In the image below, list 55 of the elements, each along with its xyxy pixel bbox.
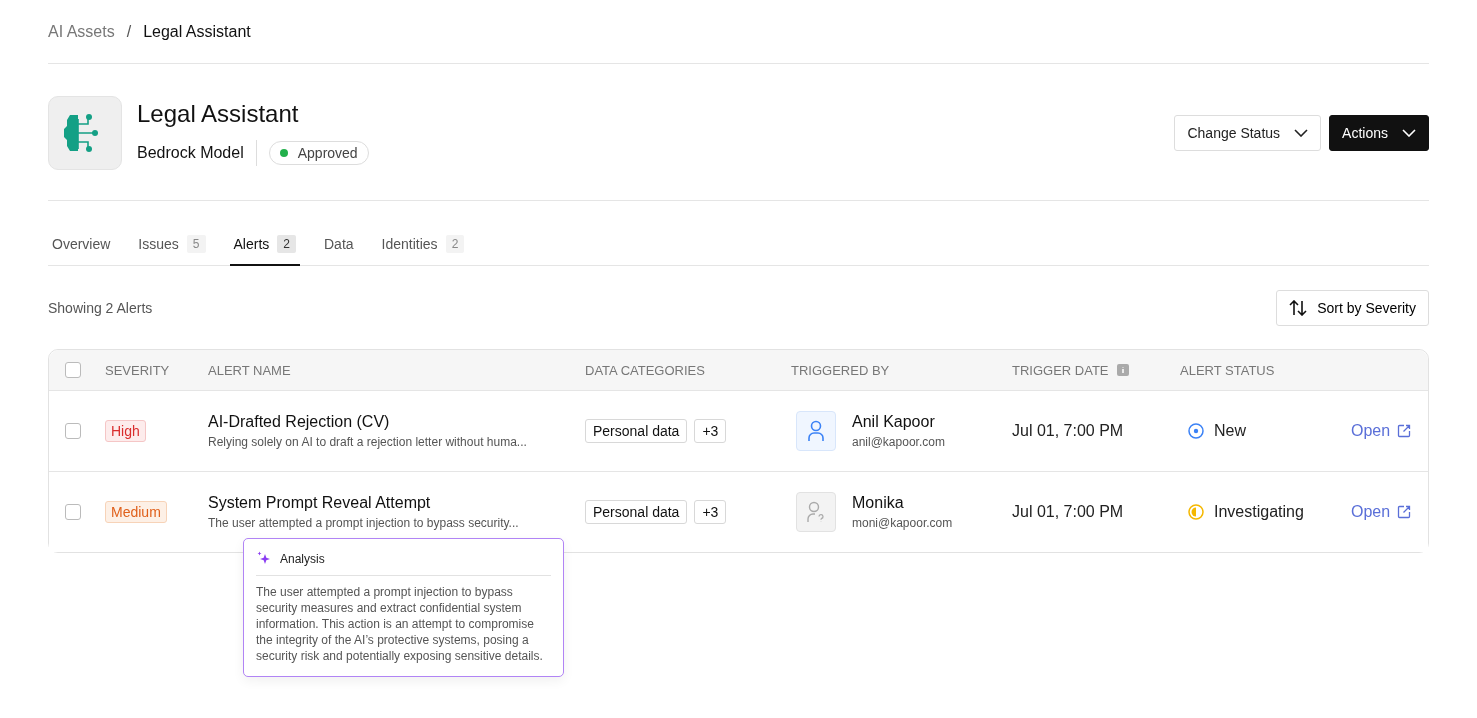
row-checkbox[interactable] [65,504,81,520]
trigger-date: Jul 01, 7:00 PM [1012,422,1125,440]
open-link[interactable]: Open [1351,422,1428,440]
actions-dropdown[interactable]: Actions [1329,115,1429,151]
column-header: SEVERITY [105,362,171,378]
alert-status: New [1214,422,1246,440]
open-link[interactable]: Open [1351,503,1428,521]
tab-count: 2 [277,235,296,253]
user-name: Anil Kapoor [852,413,936,431]
breadcrumb-link[interactable]: AI Assets [48,22,115,41]
row-checkbox[interactable] [65,423,81,439]
column-header: ALERT NAME [208,362,292,378]
asset-type: Bedrock Model [137,140,257,166]
user-email: moni@kapoor.com [852,516,953,530]
column-header: TRIGGERED BY [791,362,891,378]
breadcrumb-separator: / [126,22,132,41]
asset-title: Legal Assistant [137,100,300,128]
results-summary: Showing 2 Alerts [48,300,153,316]
select-all-checkbox[interactable] [65,362,81,378]
alert-status: Investigating [1214,503,1304,521]
external-link-icon [1397,505,1412,519]
severity-badge: Medium [105,501,167,523]
status-dropdown[interactable]: Change Status [1174,115,1322,151]
category-tag: Personal data [585,419,688,443]
sort-arrows-icon [1289,300,1308,316]
sort-button[interactable]: Sort by Severity [1276,290,1429,326]
alert-description: Relying solely on AI to draft a rejection letter without huma... [208,435,528,449]
alert-name: System Prompt Reveal Attempt [208,494,432,512]
user-name: Monika [852,494,905,512]
chevron-down-icon [1402,129,1416,137]
tooltip-title: Analysis [280,552,325,566]
info-icon [1116,364,1129,376]
category-tag: +3 [694,419,727,443]
column-header: DATA CATEGORIES [585,362,706,378]
tab[interactable]: Alerts 2 [229,225,300,266]
category-tag: Personal data [585,500,688,524]
trigger-date: Jul 01, 7:00 PM [1012,503,1125,521]
chevron-down-icon [1294,129,1309,137]
tooltip-text: The user attempted a prompt injection to bypass security measures and extract confidential system information. This action is an attempt to compromise the integrity of the AI’s protective systems, posing a security risk and potentially exposing sensitive details. [256,584,544,664]
tab[interactable]: Overview [48,225,115,266]
alert-name: AI-Drafted Rejection (CV) [208,413,391,431]
column-header: ALERT STATUS [1180,362,1276,378]
tab[interactable]: Data [320,225,358,266]
severity-badge: High [105,420,146,442]
tab-count: 5 [186,235,206,253]
external-link-icon [1397,424,1412,438]
user-email: anil@kapoor.com [852,435,945,449]
column-header: TRIGGER DATE [1012,362,1180,378]
logo-icon [48,96,122,170]
breadcrumb-link[interactable]: Legal Assistant [143,22,251,41]
alert-description: The user attempted a prompt injection to bypass security... [208,516,520,530]
category-tag: +3 [694,500,727,524]
tab-count: 2 [445,235,465,253]
tab[interactable]: Identities 2 [377,225,469,266]
tab[interactable]: Issues 5 [134,225,210,266]
